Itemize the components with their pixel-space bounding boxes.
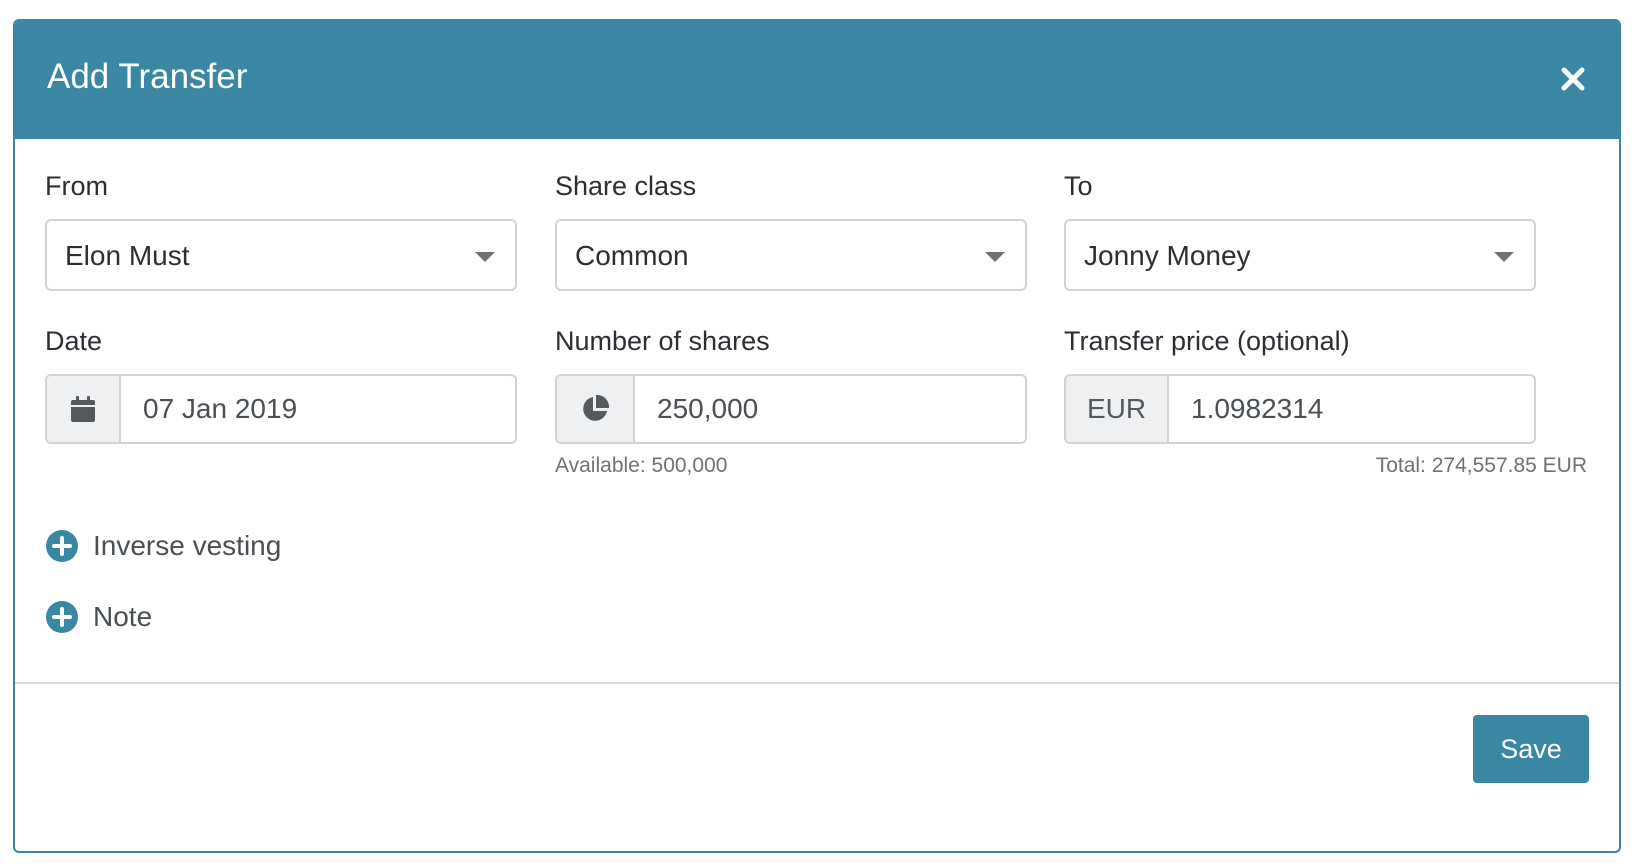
from-label: From [45, 171, 108, 201]
to-select-value: Jonny Money [1084, 240, 1251, 271]
shares-input[interactable] [635, 376, 1025, 442]
date-addon [47, 376, 121, 442]
currency-label: EUR [1086, 393, 1147, 424]
calendar-icon [71, 396, 95, 422]
from-select[interactable]: Elon Must [45, 219, 517, 291]
date-label: Date [45, 326, 103, 356]
inverse-vesting-toggle[interactable]: Inverse vesting [46, 529, 281, 563]
footer-divider [15, 682, 1619, 684]
modal-title: Add Transfer [47, 57, 248, 96]
pie-chart-icon [583, 394, 610, 421]
from-select-value: Elon Must [65, 240, 190, 271]
modal-header: Add Transfer [15, 21, 1619, 139]
price-total-text: Total: 274,557.85 EUR [1375, 454, 1587, 477]
plus-circle-icon [46, 530, 78, 562]
price-input-group: EUR [1064, 374, 1536, 444]
price-label: Transfer price (optional) [1064, 326, 1350, 356]
to-label: To [1064, 171, 1093, 201]
plus-circle-icon [46, 601, 78, 633]
note-label: Note [93, 601, 153, 632]
to-select[interactable]: Jonny Money [1064, 219, 1536, 291]
add-transfer-modal: Add Transfer From Elon Must Share class … [13, 19, 1621, 853]
price-input[interactable] [1169, 376, 1534, 442]
chevron-down-icon [475, 252, 495, 262]
inverse-vesting-label: Inverse vesting [93, 530, 282, 561]
share-class-label: Share class [555, 171, 697, 201]
date-input-group [45, 374, 517, 444]
chevron-down-icon [985, 252, 1005, 262]
save-button[interactable]: Save [1473, 715, 1589, 783]
date-input[interactable] [121, 376, 515, 442]
share-class-select-value: Common [575, 240, 689, 271]
chevron-down-icon [1494, 252, 1514, 262]
shares-addon [557, 376, 635, 442]
share-class-select[interactable]: Common [555, 219, 1027, 291]
note-toggle[interactable]: Note [46, 600, 152, 634]
shares-input-group [555, 374, 1027, 444]
close-icon[interactable] [1555, 61, 1591, 97]
shares-label: Number of shares [555, 326, 770, 356]
shares-available-text: Available: 500,000 [555, 454, 728, 477]
currency-addon: EUR [1066, 376, 1169, 442]
